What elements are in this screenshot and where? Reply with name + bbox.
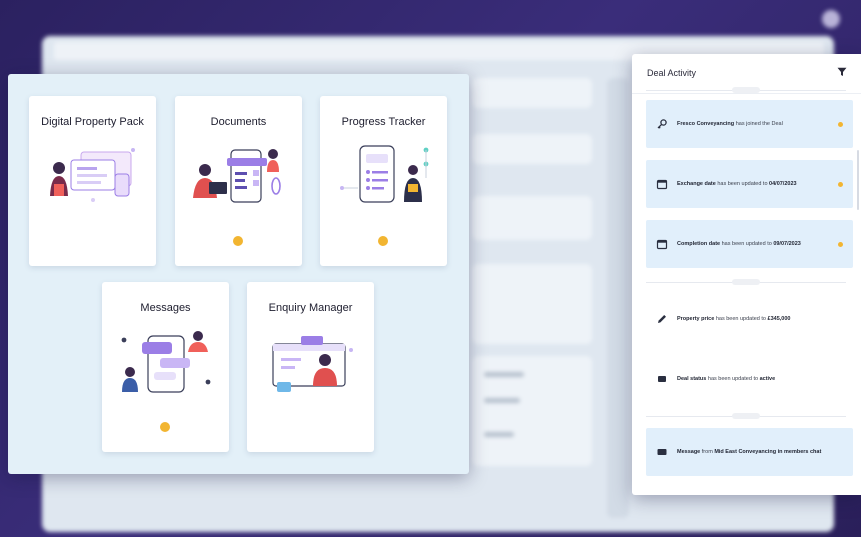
module-card-enquiry-manager[interactable]: Enquiry Manager [247,282,374,452]
background-card [472,264,592,344]
property-pack-illustration [50,148,135,202]
key-icon [657,119,667,129]
module-title: Documents [210,116,267,128]
background-card [472,134,592,164]
modules-panel: Digital Property Pack Documents Progress… [8,74,469,474]
background-topbar [40,6,840,32]
activity-item[interactable]: Exchange date has been updated to 04/07/… [646,160,853,208]
progress-tracker-illustration [340,145,429,203]
tag-icon [658,376,666,382]
new-indicator-dot [838,121,843,127]
notification-dot [378,236,388,246]
messages-illustration [121,331,211,393]
activity-item[interactable]: Message from Mid East Conveyancing in me… [646,428,853,476]
module-card-progress-tracker[interactable]: Progress Tracker [320,96,447,266]
notification-dot [233,236,243,246]
module-title: Digital Property Pack [41,116,144,128]
module-card-documents[interactable]: Documents [175,96,302,266]
module-card-digital-property-pack[interactable]: Digital Property Pack [29,96,156,266]
activity-item[interactable]: Property price has been updated to £345,… [646,294,853,344]
activity-item[interactable]: Completion date has been updated to 09/0… [646,220,853,268]
avatar [822,10,840,28]
module-title: Enquiry Manager [268,302,353,314]
scrollbar[interactable] [857,150,859,210]
calendar-icon [656,179,668,190]
activity-item[interactable]: Fresco Conveyancing has joined the Deal [646,100,853,148]
calendar-icon [656,239,668,250]
module-title: Progress Tracker [341,116,426,128]
notification-dot [160,422,170,432]
module-card-messages[interactable]: Messages [102,282,229,452]
module-title: Messages [140,302,191,314]
background-card [472,78,592,108]
enquiry-manager-illustration [272,336,353,392]
deal-activity-panel: Deal Activity Fresco Conveyancing has jo… [632,54,861,495]
background-card [472,196,592,240]
message-icon [657,449,667,455]
deal-activity-title: Deal Activity [647,68,697,78]
pencil-icon [658,315,666,323]
activity-item[interactable]: Deal status has been updated to active [646,354,853,404]
new-indicator-dot [838,181,843,187]
filter-icon[interactable] [837,67,847,77]
background-sidebar [607,78,629,518]
documents-illustration [193,149,281,203]
new-indicator-dot [838,241,843,247]
